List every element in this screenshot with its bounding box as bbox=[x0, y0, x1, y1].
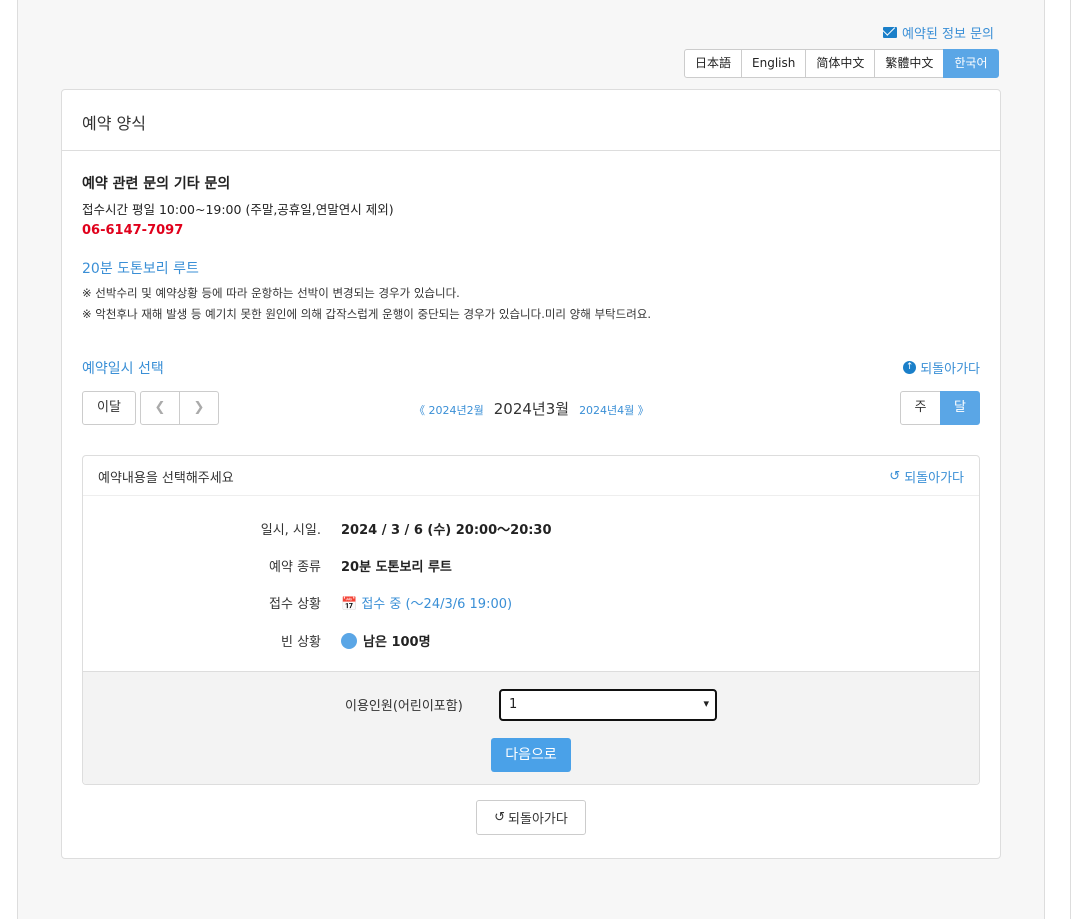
contact-title: 예약 관련 문의 기타 문의 bbox=[82, 176, 231, 192]
chevron-right-icon[interactable]: ❯ bbox=[179, 391, 219, 425]
detail-heading: 예약내용을 선택해주세요 bbox=[98, 471, 234, 486]
view-month-button[interactable]: 달 bbox=[940, 391, 980, 425]
notice-2: ※ 악천후나 재해 발생 등 예기치 못한 원인에 의해 갑작스럽게 운행이 중… bbox=[82, 307, 652, 321]
lang-traditional-chinese[interactable]: 繁體中文 bbox=[874, 49, 945, 78]
detail-row-type: 예약 종류 20분 도톤보리 루트 bbox=[83, 556, 979, 576]
users-label: 이용인원(어린이포함) bbox=[345, 699, 463, 714]
calendar-icon: 📅 bbox=[341, 597, 358, 612]
current-month: 2024년3월 bbox=[493, 400, 570, 418]
detail-value: 남은 100명 bbox=[341, 631, 431, 650]
panel-title: 예약 양식 bbox=[62, 90, 1000, 151]
detail-key: 빈 상황 bbox=[280, 635, 321, 650]
back-label: 되돌아가다 bbox=[920, 362, 980, 377]
next-month-link[interactable]: 2024년4월 》 bbox=[579, 402, 649, 418]
language-switcher: 日本語 English 简体中文 繁體中文 한국어 bbox=[684, 49, 999, 78]
lang-english[interactable]: English bbox=[741, 49, 807, 78]
detail-value: 20분 도톤보리 루트 bbox=[341, 560, 452, 575]
booking-form: 이용인원(어린이포함) 1 ▾ 다음으로 bbox=[83, 671, 979, 784]
detail-value: 📅 접수 중 (〜24/3/6 19:00) bbox=[341, 593, 512, 612]
undo-icon: ↺ bbox=[494, 810, 506, 825]
chevron-down-icon: ▾ bbox=[703, 697, 709, 710]
reservation-panel: 예약 양식 예약 관련 문의 기타 문의 접수시간 평일 10:00~19:00… bbox=[61, 89, 1001, 859]
reservation-detail: 예약내용을 선택해주세요 ↺ 되돌아가다 일시, 시일. 2024 / 3 / … bbox=[82, 455, 980, 785]
users-select-value: 1 bbox=[509, 697, 518, 712]
bottom-back-button[interactable]: ↺ 되돌아가다 bbox=[476, 800, 586, 835]
this-month-button[interactable]: 이달 bbox=[82, 391, 136, 425]
lang-korean[interactable]: 한국어 bbox=[943, 49, 999, 78]
contact-info: 예약 관련 문의 기타 문의 접수시간 평일 10:00~19:00 (주말,공… bbox=[82, 173, 394, 238]
inquiry-link[interactable]: 예약된 정보 문의 bbox=[883, 23, 994, 42]
phone-number: 06-6147-7097 bbox=[82, 223, 184, 238]
detail-key: 일시, 시일. bbox=[260, 523, 321, 538]
detail-header: 예약내용을 선택해주세요 ↺ 되돌아가다 bbox=[83, 456, 979, 496]
availability-dot-icon bbox=[341, 633, 357, 649]
notice-1: ※ 선박수리 및 예약상황 등에 따라 운항하는 선박이 변경되는 경우가 있습… bbox=[82, 286, 460, 300]
arrow-up-circle-icon: ↑ bbox=[903, 361, 917, 374]
month-nav-group: ❮ ❯ bbox=[140, 391, 219, 425]
status-text: 접수 중 (〜24/3/6 19:00) bbox=[361, 597, 513, 612]
back-to-top-link[interactable]: ↑ 되돌아가다 bbox=[903, 358, 980, 377]
detail-row-datetime: 일시, 시일. 2024 / 3 / 6 (수) 20:00〜20:30 bbox=[83, 519, 979, 539]
scroll-strip bbox=[1070, 0, 1077, 919]
month-navigation: 《 2024년2월 2024년3월 2024년4월 》 bbox=[414, 398, 649, 419]
detail-key: 예약 종류 bbox=[269, 560, 321, 575]
undo-icon: ↺ bbox=[889, 469, 901, 484]
view-toggle: 주 달 bbox=[900, 391, 980, 425]
inquiry-link-label: 예약된 정보 문의 bbox=[902, 27, 994, 42]
lang-japanese[interactable]: 日本語 bbox=[684, 49, 743, 78]
envelope-icon bbox=[883, 27, 897, 38]
business-hours: 접수시간 평일 10:00~19:00 (주말,공휴일,연말연시 제외) bbox=[82, 202, 394, 217]
lang-simplified-chinese[interactable]: 简体中文 bbox=[805, 49, 876, 78]
prev-month-link[interactable]: 《 2024년2월 bbox=[414, 402, 484, 418]
detail-back-label: 되돌아가다 bbox=[904, 471, 964, 486]
detail-back-link[interactable]: ↺ 되돌아가다 bbox=[889, 467, 964, 486]
availability-text: 남은 100명 bbox=[363, 635, 431, 650]
chevron-left-icon[interactable]: ❮ bbox=[140, 391, 180, 425]
view-week-button[interactable]: 주 bbox=[900, 391, 941, 425]
route-name: 20분 도톤보리 루트 bbox=[82, 261, 199, 277]
section-title-date-select: 예약일시 선택 bbox=[82, 361, 164, 377]
users-select[interactable]: 1 ▾ bbox=[499, 689, 717, 721]
next-button[interactable]: 다음으로 bbox=[491, 738, 571, 772]
bottom-back-label: 되돌아가다 bbox=[508, 812, 568, 827]
detail-row-availability: 빈 상황 남은 100명 bbox=[83, 631, 979, 651]
detail-row-status: 접수 상황 📅 접수 중 (〜24/3/6 19:00) bbox=[83, 593, 979, 613]
detail-key: 접수 상황 bbox=[269, 597, 321, 612]
detail-value: 2024 / 3 / 6 (수) 20:00〜20:30 bbox=[341, 523, 552, 538]
